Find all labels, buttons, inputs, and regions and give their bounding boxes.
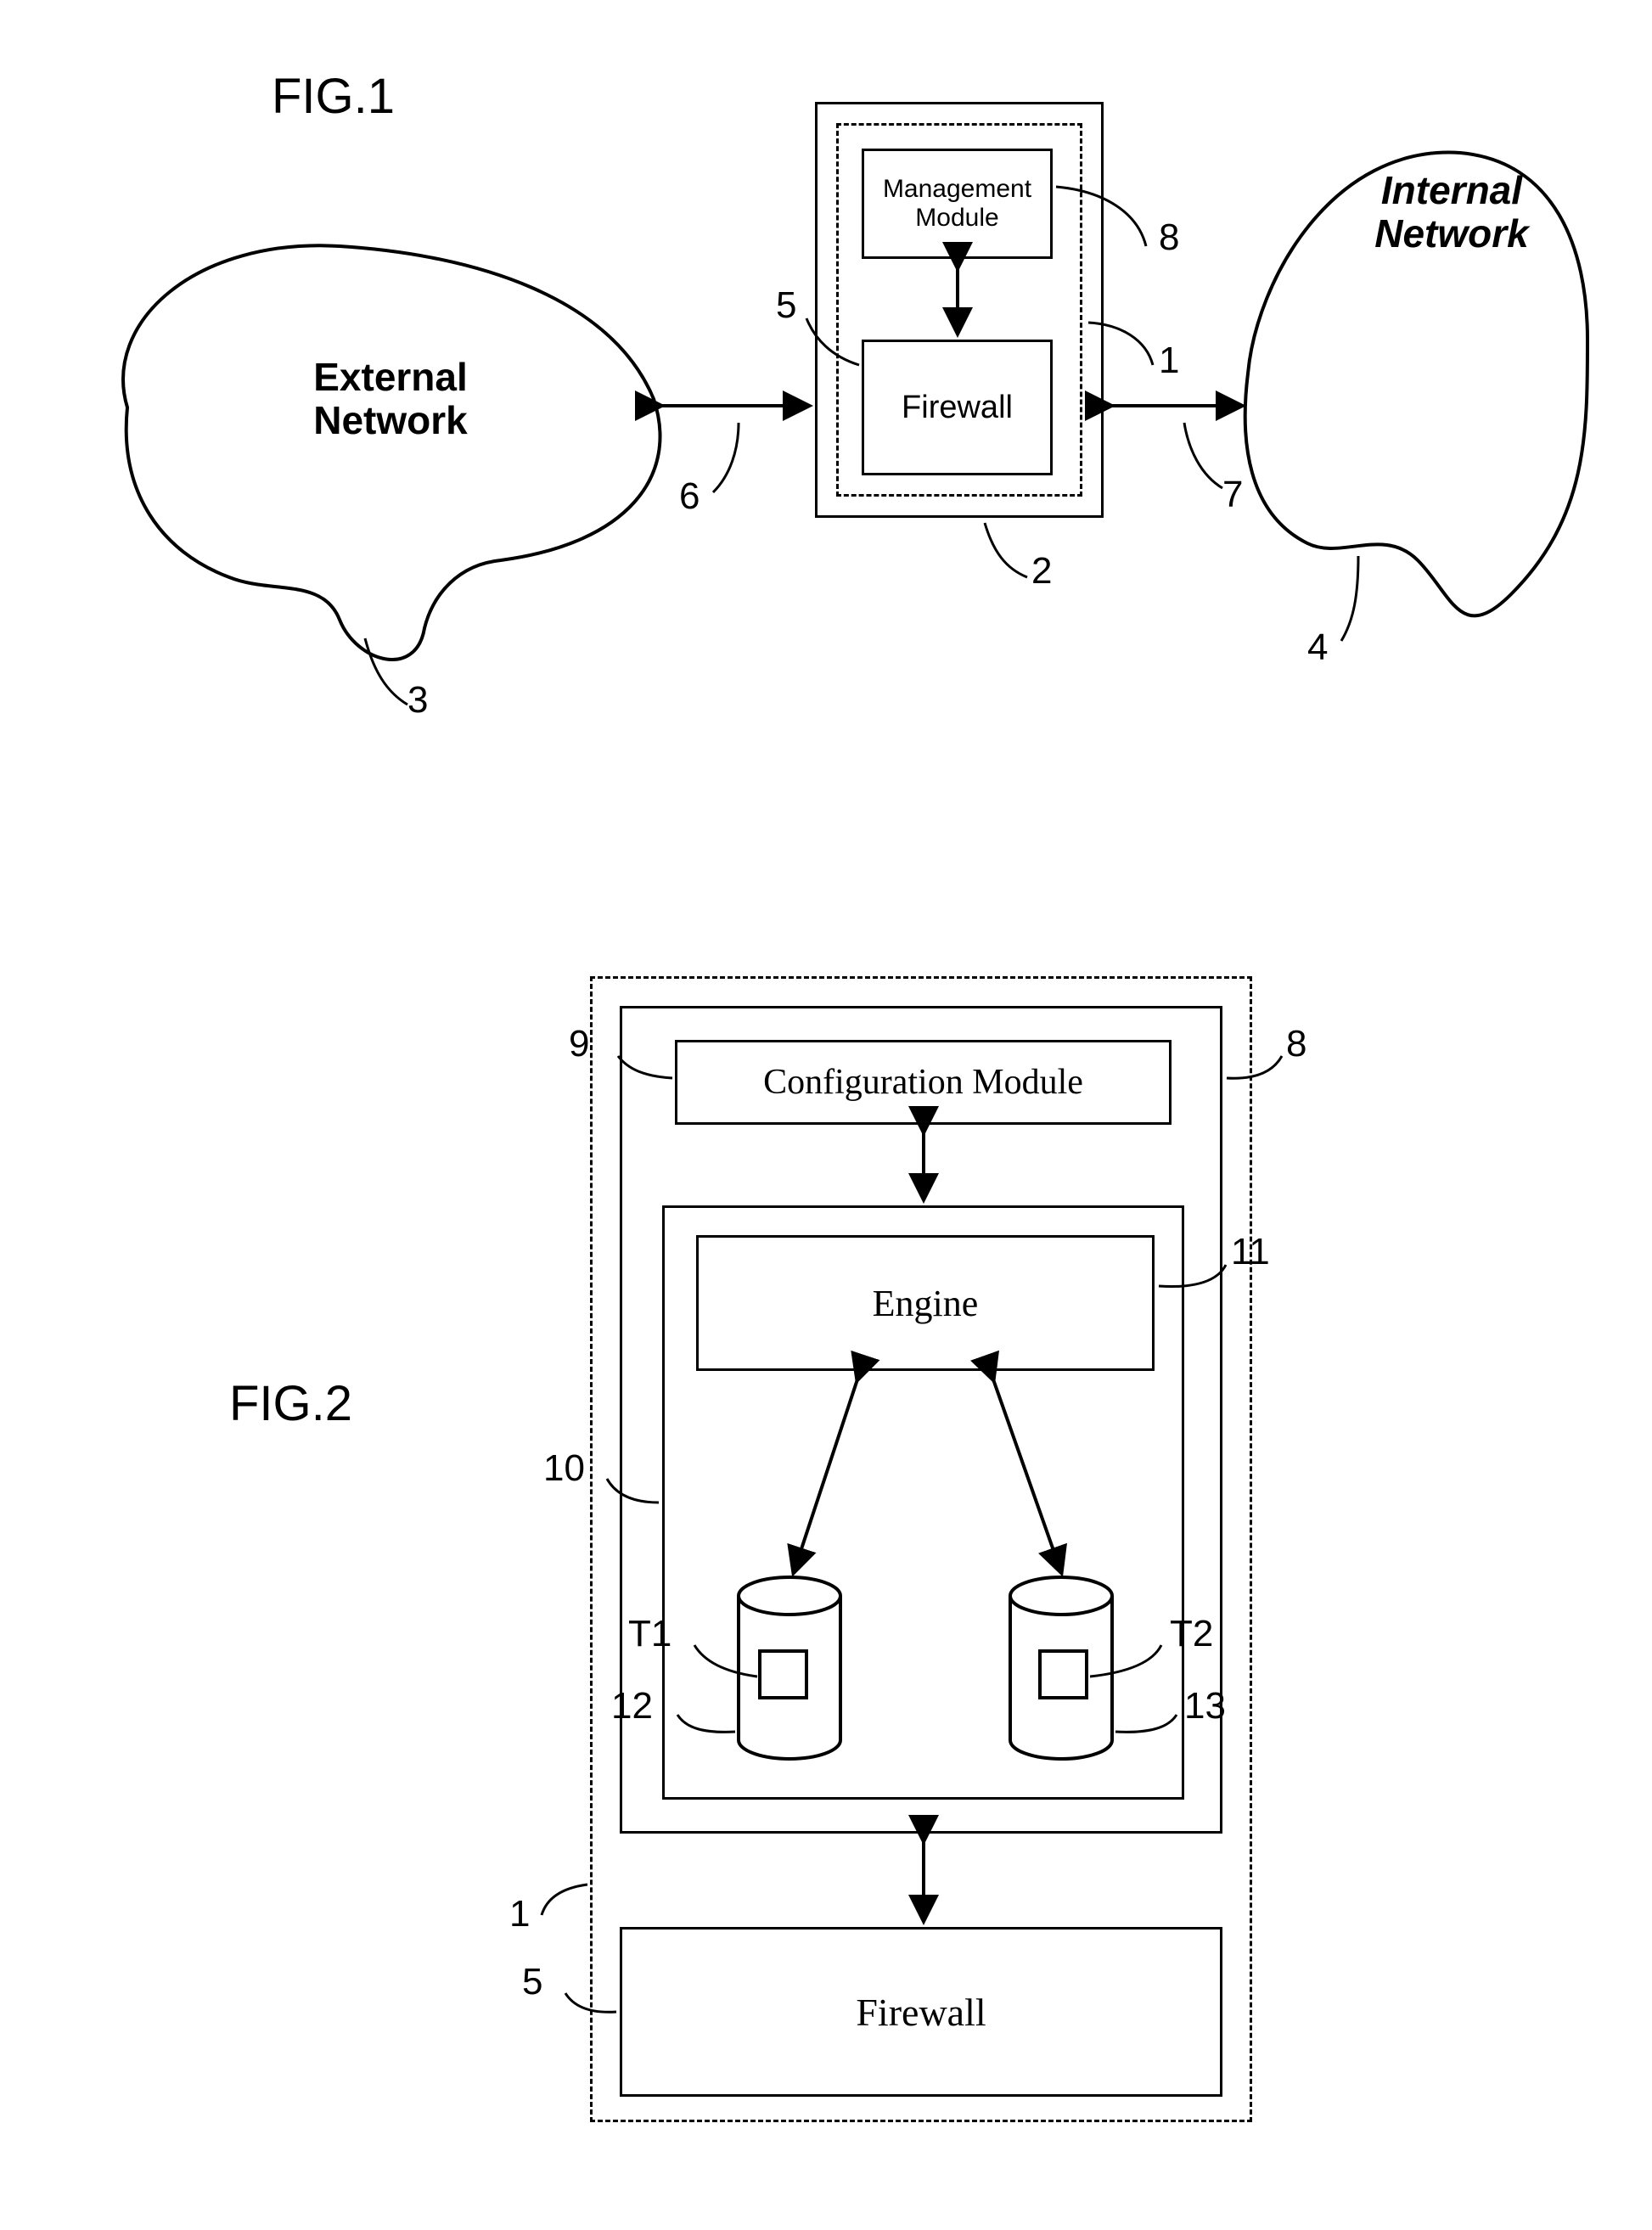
fig2-label-11: 11 xyxy=(1231,1231,1270,1273)
fig2-lead-9 xyxy=(618,1056,672,1078)
fig2-label-1: 1 xyxy=(509,1893,530,1935)
fig2-lead-12 xyxy=(677,1715,735,1732)
fig2-arrow-engine-left xyxy=(794,1379,857,1572)
fig2-arrow-engine-right xyxy=(993,1379,1061,1572)
fig2-lead-5 xyxy=(565,1993,616,2012)
fig2-lead-11 xyxy=(1159,1265,1226,1287)
fig2-lead-10 xyxy=(607,1479,659,1503)
fig2-firewall-box: Firewall xyxy=(620,1927,1222,2097)
fig2-label-8: 8 xyxy=(1286,1023,1306,1065)
fig2-label-t2: T2 xyxy=(1170,1613,1213,1655)
fig2-label-10: 10 xyxy=(543,1447,585,1490)
fig2-label-13: 13 xyxy=(1184,1685,1226,1727)
fig2-label-5: 5 xyxy=(522,1961,542,2003)
fig2-lead-13 xyxy=(1115,1715,1177,1732)
fig2-lead-8 xyxy=(1227,1056,1282,1078)
fig2-label-t1: T1 xyxy=(628,1613,671,1655)
fig2-lead-1 xyxy=(542,1885,587,1915)
fig2-cylinder-right xyxy=(1010,1577,1112,1759)
fig2-cylinder-left xyxy=(739,1577,840,1759)
fig2-label-12: 12 xyxy=(611,1685,653,1727)
fig2-label-9: 9 xyxy=(569,1023,589,1065)
